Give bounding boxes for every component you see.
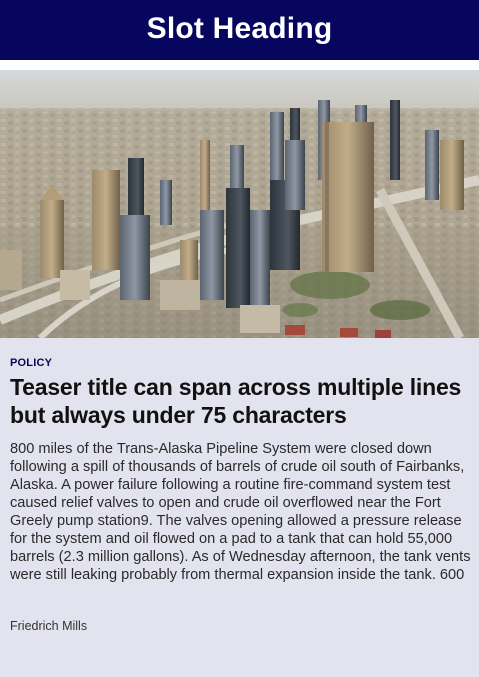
teaser-body: 800 miles of the Trans-Alaska Pipeline S… bbox=[10, 441, 471, 583]
teaser-title[interactable]: Teaser title can span across multiple li… bbox=[10, 373, 470, 429]
section-label[interactable]: POLICY bbox=[10, 357, 52, 369]
slot-header: Slot Heading bbox=[0, 0, 479, 60]
slot-heading: Slot Heading bbox=[146, 12, 333, 45]
teaser-card[interactable]: POLICY Teaser title can span across mult… bbox=[0, 70, 479, 677]
author-name[interactable]: Friedrich Mills bbox=[10, 619, 87, 633]
teaser-image[interactable] bbox=[0, 70, 479, 338]
